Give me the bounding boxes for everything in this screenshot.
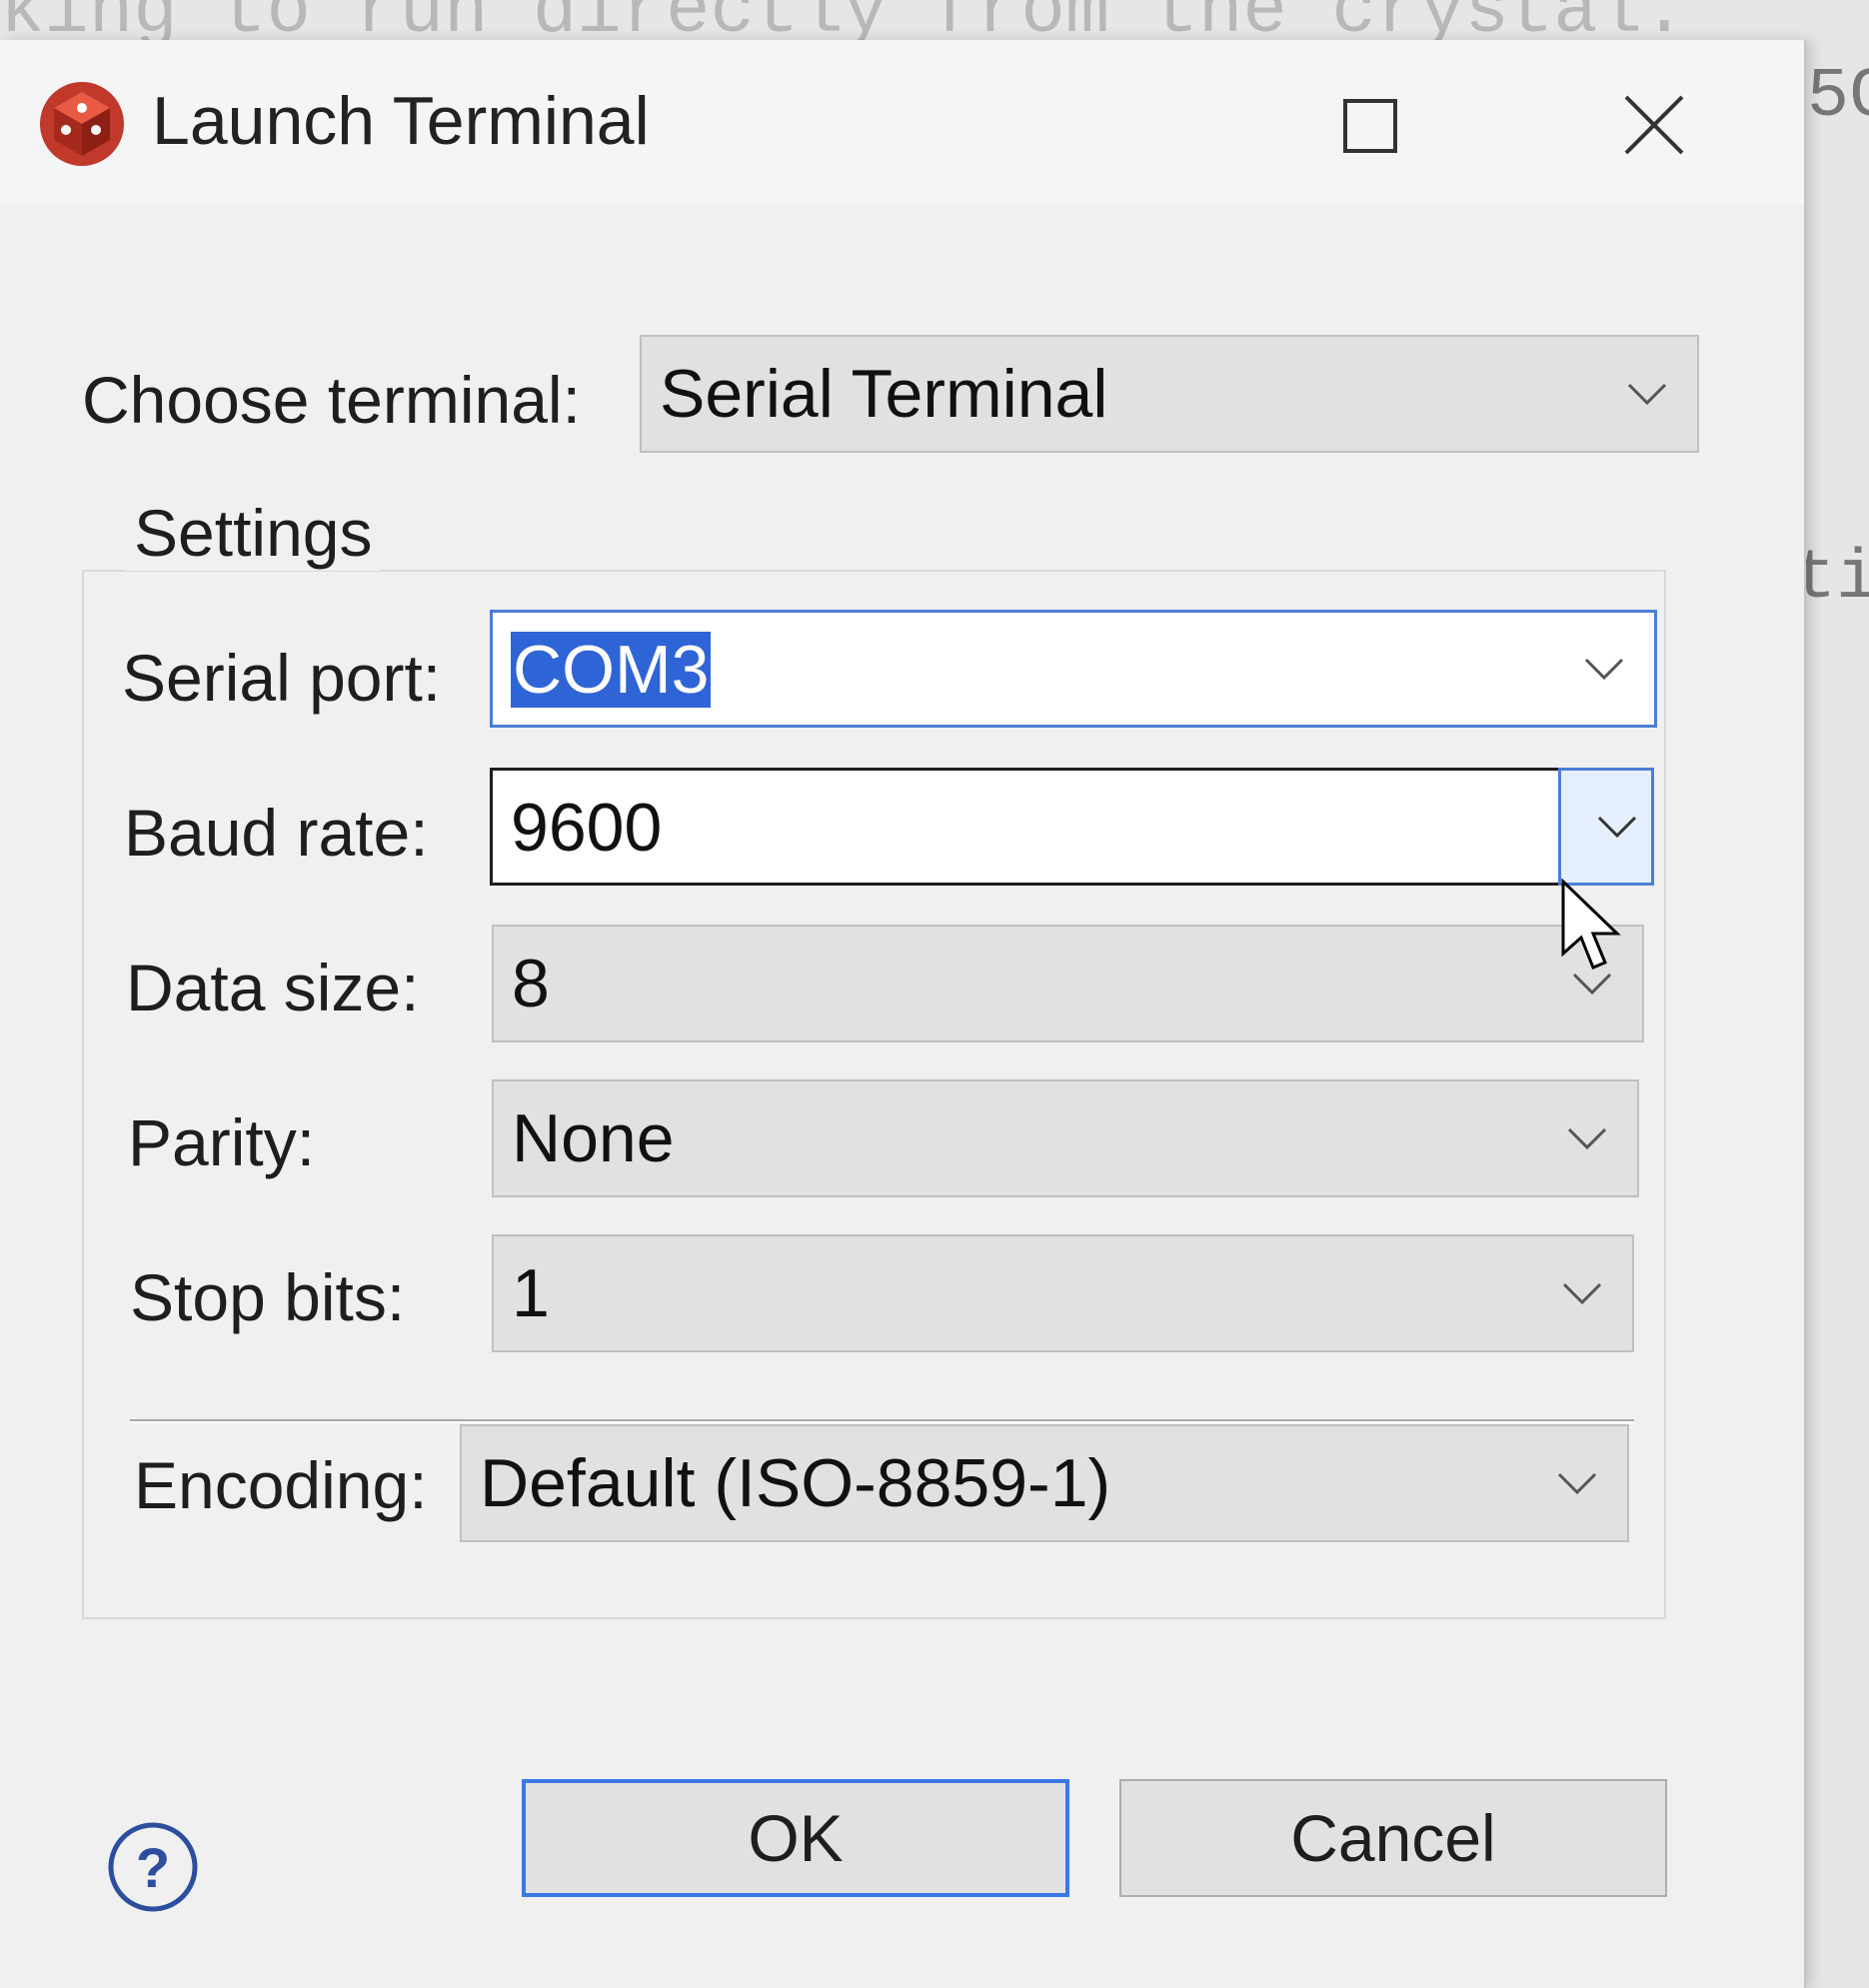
ok-button[interactable]: OK [522, 1779, 1069, 1897]
chevron-down-icon [1552, 1236, 1612, 1350]
close-button[interactable] [1614, 85, 1694, 165]
choose-terminal-dropdown[interactable]: Serial Terminal [640, 335, 1699, 453]
data-size-label: Data size: [126, 951, 420, 1024]
encoding-dropdown[interactable]: Default (ISO-8859-1) [460, 1424, 1629, 1542]
baud-rate-value: 9600 [511, 790, 663, 866]
parity-value: None [512, 1100, 675, 1176]
serial-port-value[interactable]: COM3 [511, 631, 712, 709]
serial-port-combo[interactable]: COM3 [490, 610, 1657, 728]
launch-terminal-dialog: Launch Terminal Choose terminal: Serial … [0, 40, 1806, 1988]
stop-bits-label: Stop bits: [130, 1260, 406, 1334]
encoding-value: Default (ISO-8859-1) [480, 1445, 1111, 1521]
serial-port-selected-text: COM3 [511, 632, 712, 708]
mouse-cursor-icon [1561, 878, 1621, 970]
settings-group-title: Settings [126, 495, 381, 571]
choose-terminal-label: Choose terminal: [82, 363, 581, 437]
title-bar: Launch Terminal [0, 40, 1804, 205]
window-title: Launch Terminal [152, 83, 650, 159]
parity-dropdown[interactable]: None [492, 1079, 1639, 1197]
baud-rate-combo[interactable]: 9600 [490, 768, 1654, 886]
background-fragment: 5C [1807, 58, 1869, 137]
maximize-button[interactable] [1329, 85, 1409, 165]
maximize-icon [1343, 99, 1397, 153]
choose-terminal-value: Serial Terminal [660, 356, 1108, 432]
baud-rate-label: Baud rate: [124, 796, 429, 870]
chevron-down-icon [1617, 337, 1677, 451]
stop-bits-value: 1 [512, 1255, 550, 1331]
serial-port-label: Serial port: [122, 641, 442, 715]
help-icon: ? [108, 1822, 198, 1912]
chevron-down-icon [1547, 1426, 1607, 1540]
chevron-down-icon [1557, 1081, 1617, 1195]
close-icon [1624, 95, 1684, 155]
svg-text:?: ? [136, 1836, 170, 1899]
data-size-value: 8 [512, 946, 550, 1021]
chevron-down-icon [1587, 771, 1647, 883]
stop-bits-dropdown[interactable]: 1 [492, 1234, 1634, 1352]
parity-label: Parity: [128, 1105, 316, 1179]
terminal-app-icon [40, 82, 124, 166]
help-button[interactable]: ? [105, 1819, 201, 1915]
encoding-label: Encoding: [134, 1448, 428, 1522]
cancel-button[interactable]: Cancel [1119, 1779, 1667, 1897]
data-size-dropdown[interactable]: 8 [492, 925, 1644, 1042]
settings-separator [130, 1419, 1634, 1423]
chevron-down-icon [1574, 613, 1634, 725]
